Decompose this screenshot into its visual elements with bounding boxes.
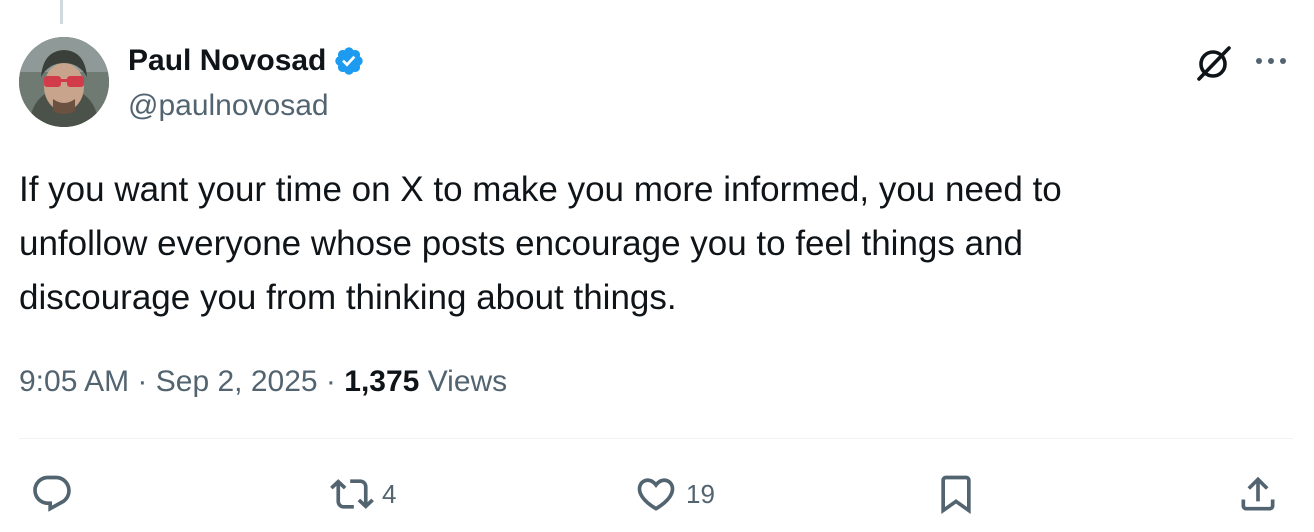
- tweet-date[interactable]: Sep 2, 2025: [156, 365, 318, 398]
- meta-separator: ·: [137, 365, 148, 398]
- share-icon: [1241, 476, 1275, 511]
- thread-connector-line: [60, 0, 63, 24]
- divider: [19, 438, 1293, 439]
- more-icon[interactable]: [1252, 48, 1290, 74]
- retweet-count: 4: [382, 478, 397, 509]
- reply-icon: [33, 475, 71, 512]
- author-name-text[interactable]: Paul Novosad: [128, 41, 326, 81]
- author-handle[interactable]: @paulnovosad: [128, 86, 329, 126]
- like-count: 19: [686, 478, 715, 509]
- tweet-text: If you want your time on X to make you m…: [19, 170, 1062, 317]
- bookmark-button[interactable]: [934, 470, 978, 518]
- tweet-metadata: 9:05 AM · Sep 2, 2025 · 1,375 Views: [19, 361, 507, 403]
- like-button[interactable]: 19: [634, 470, 715, 518]
- heart-icon: [637, 478, 675, 511]
- views-label[interactable]: Views: [428, 365, 507, 398]
- tweet-time[interactable]: 9:05 AM: [19, 365, 129, 398]
- retweet-button[interactable]: 4: [330, 470, 396, 518]
- share-button[interactable]: [1236, 470, 1280, 518]
- author-name[interactable]: Paul Novosad: [128, 41, 365, 81]
- verified-badge-icon: [335, 47, 364, 75]
- reply-button[interactable]: [30, 470, 74, 518]
- views-count[interactable]: 1,375: [344, 365, 419, 398]
- avatar[interactable]: [19, 37, 109, 127]
- bookmark-icon: [941, 475, 971, 515]
- avatar-image: [19, 37, 109, 127]
- grok-icon[interactable]: [1193, 42, 1235, 84]
- meta-separator: ·: [325, 365, 336, 398]
- retweet-icon: [330, 479, 374, 509]
